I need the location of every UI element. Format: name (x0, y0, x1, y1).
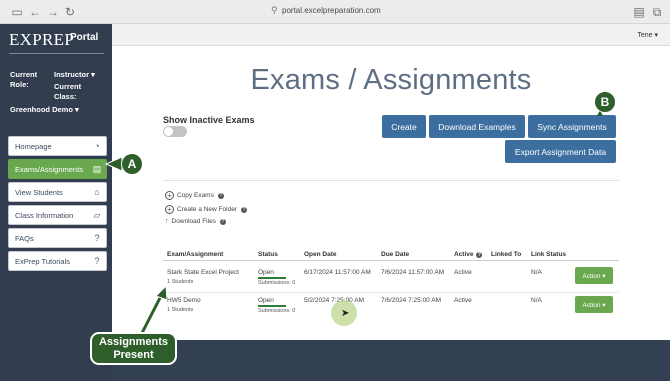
main-content: Exams / Assignments Show Inactive Exams … (112, 46, 670, 340)
brand-divider (9, 53, 104, 54)
active-status: Active (454, 297, 472, 304)
sidebar-item-label: Exams/Assignments (15, 164, 83, 174)
help-icon[interactable]: ? (240, 206, 247, 213)
status-indicator (258, 277, 286, 279)
copy-exams-link[interactable]: + Copy Exams ? (165, 191, 224, 200)
action-dropdown-button[interactable]: Action ▾ (575, 267, 613, 284)
page-title: Exams / Assignments (250, 64, 532, 96)
submissions-count: Submissions: 0 (258, 280, 296, 286)
question-icon: ? (94, 233, 100, 243)
sidebar-item-class-information[interactable]: Class Information ▱ (8, 205, 107, 225)
reload-icon[interactable]: ↻ (63, 5, 77, 19)
brand-subtitle: Portal (70, 32, 99, 43)
current-role-label: Current Role: (10, 70, 38, 89)
column-header-linked-to[interactable]: Linked To (491, 251, 521, 258)
student-count: 1 Students (167, 307, 194, 313)
plus-circle-icon: + (165, 191, 174, 200)
student-count: 1 Students (167, 279, 194, 285)
column-header-due-date[interactable]: Due Date (381, 251, 409, 258)
help-icon[interactable]: ? (476, 252, 483, 258)
help-icon[interactable]: ? (217, 192, 224, 199)
document-icon: ▤ (92, 163, 102, 174)
top-bar: Tene ▾ (112, 24, 670, 46)
row-divider (163, 292, 619, 293)
section-divider (163, 180, 619, 181)
sidebar-item-label: Class Information (15, 210, 74, 220)
help-icon[interactable]: ? (219, 218, 226, 225)
open-date: 6/17/2024 11:57:00 AM (304, 269, 371, 276)
current-class-select[interactable]: Greenhood Demo ▾ (10, 105, 79, 114)
sidebar-item-label: Homepage (15, 141, 52, 151)
sidebar-item-exams-assignments[interactable]: Exams/Assignments ▤ (8, 159, 107, 179)
assignment-name-link[interactable]: HW5 Demo (167, 297, 201, 304)
address-bar[interactable]: portal.excelpreparation.com (282, 6, 381, 15)
column-header-active[interactable]: Active ? (454, 251, 483, 258)
mouse-pointer-icon: ➤ (341, 308, 350, 319)
action-dropdown-button[interactable]: Action ▾ (575, 296, 613, 313)
assignment-name-link[interactable]: Stark State Excel Project (167, 269, 239, 276)
link-status: N/A (531, 297, 542, 304)
back-icon[interactable]: ← (28, 5, 42, 19)
tabs-overview-icon[interactable]: ⧉ (650, 5, 664, 19)
brand-logo[interactable]: EXPREP (9, 30, 74, 50)
arrow-up-icon: ↑ (165, 218, 169, 225)
site-security-icon: ⚲ (271, 5, 278, 15)
column-header-open-date[interactable]: Open Date (304, 251, 337, 258)
browser-toolbar: ▭ ← → ↻ ⚲ portal.excelpreparation.com ▤ … (0, 0, 670, 24)
table-header-divider (163, 260, 619, 261)
status-label: Open (258, 297, 274, 304)
export-assignment-data-button[interactable]: Export Assignment Data (505, 140, 616, 163)
current-class-label: Current Class: (54, 82, 82, 101)
link-status: N/A (531, 269, 542, 276)
annotation-callout: Assignments Present (90, 332, 177, 365)
due-date: 7/6/2024 7:25:00 AM (381, 297, 441, 304)
sidebar-toggle-icon[interactable]: ▭ (10, 5, 24, 19)
status-label: Open (258, 269, 274, 276)
question-icon: ? (94, 256, 100, 266)
show-inactive-label: Show Inactive Exams (163, 115, 255, 125)
due-date: 7/6/2024 11:57:00 AM (381, 269, 445, 276)
sidebar-item-faqs[interactable]: FAQs ? (8, 228, 107, 248)
page-footer (112, 340, 670, 381)
active-status: Active (454, 269, 472, 276)
create-folder-link[interactable]: + Create a New Folder ? (165, 205, 247, 214)
sidebar-item-homepage[interactable]: Homepage ◔ (8, 136, 107, 156)
submissions-count: Submissions: 0 (258, 308, 296, 314)
sync-assignments-button[interactable]: Sync Assignments (528, 115, 616, 138)
column-header-exam[interactable]: Exam/Assignment (167, 251, 223, 258)
plus-circle-icon: + (165, 205, 174, 214)
sidebar-item-label: FAQs (15, 233, 34, 243)
current-role-select[interactable]: Instructor ▾ (54, 70, 95, 79)
sidebar-item-label: ExPrep Tutorials (15, 256, 71, 266)
annotation-badge-a: A (121, 153, 143, 175)
download-files-link[interactable]: ↑ Download Files ? (165, 218, 226, 225)
sidebar: EXPREP Portal Current Role: Instructor ▾… (0, 24, 112, 381)
reader-icon[interactable]: ▤ (632, 5, 646, 19)
show-inactive-toggle[interactable] (163, 126, 187, 137)
status-indicator (258, 305, 286, 307)
column-header-status[interactable]: Status (258, 251, 278, 258)
annotation-badge-b: B (594, 91, 616, 113)
forward-icon[interactable]: → (46, 5, 60, 19)
user-menu[interactable]: Tene ▾ (637, 31, 658, 39)
folder-icon: ▱ (93, 209, 101, 220)
sidebar-item-view-students[interactable]: View Students ⌂ (8, 182, 107, 202)
sidebar-item-label: View Students (15, 187, 63, 197)
column-header-link-status[interactable]: Link Status (531, 251, 566, 258)
institution-icon: ⌂ (94, 187, 100, 197)
dashboard-icon: ◔ (94, 141, 100, 151)
download-examples-button[interactable]: Download Examples (429, 115, 525, 138)
create-button[interactable]: Create (382, 115, 426, 138)
sidebar-item-exprep-tutorials[interactable]: ExPrep Tutorials ? (8, 251, 107, 271)
